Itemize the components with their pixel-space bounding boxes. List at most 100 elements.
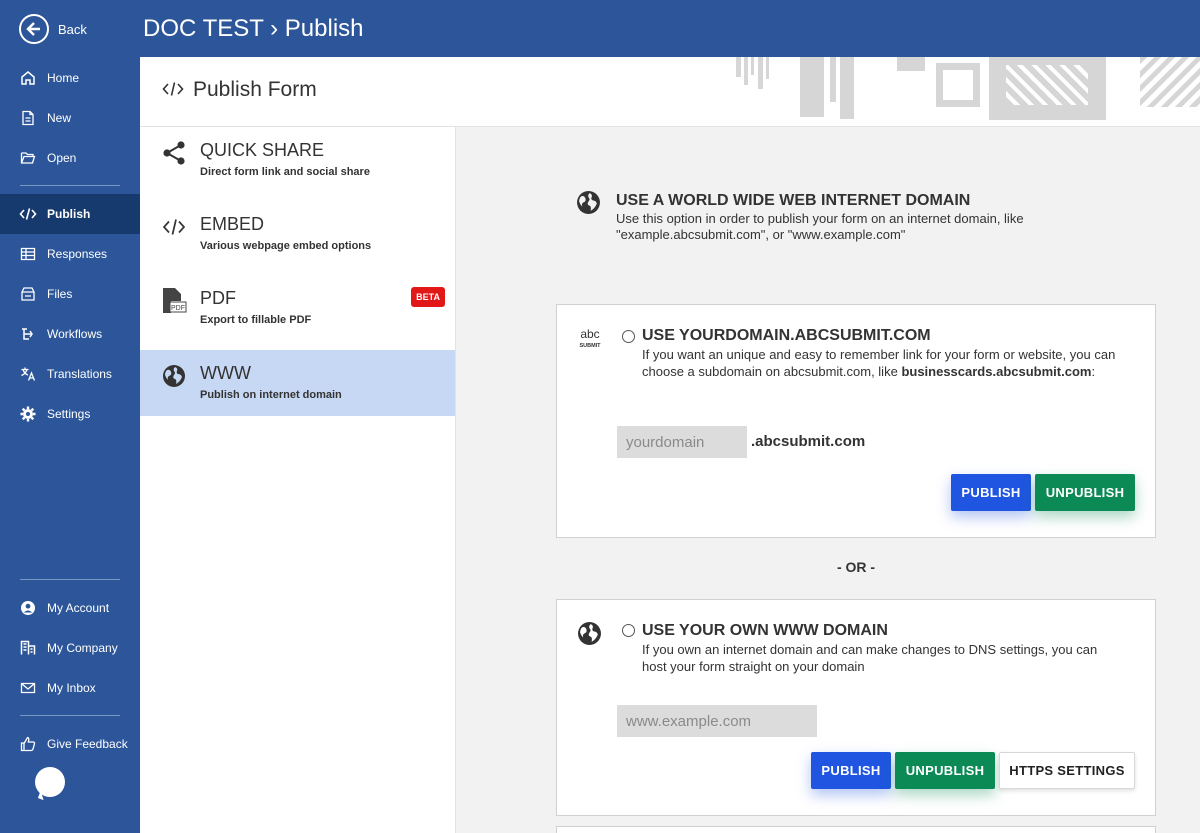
- own-domain-card-description: If you own an internet domain and can ma…: [642, 642, 1098, 674]
- sidebar-item-settings[interactable]: Settings: [0, 394, 140, 434]
- decorative-pattern: [840, 57, 854, 119]
- sidebar-divider: [20, 185, 120, 186]
- arrow-left-icon: [19, 14, 49, 44]
- sidebar-item-publish[interactable]: Publish: [0, 194, 140, 234]
- decorative-pattern: [1140, 57, 1200, 107]
- subdomain-unpublish-button[interactable]: UNPUBLISH: [1035, 474, 1135, 511]
- sidebar-item-workflows[interactable]: Workflows: [0, 314, 140, 354]
- section-title: Publish Form: [193, 78, 317, 101]
- sidebar-item-label: Settings: [47, 407, 91, 421]
- sidebar-item-files[interactable]: Files: [0, 274, 140, 314]
- subdomain-suffix: .abcsubmit.com: [751, 433, 866, 450]
- sidebar-item-label: My Account: [47, 601, 110, 615]
- decorative-pattern: [830, 57, 836, 102]
- thumbs-up-icon: [19, 735, 37, 753]
- sidebar-item-my-company[interactable]: My Company: [0, 628, 140, 668]
- option-subtitle: Export to fillable PDF: [200, 314, 312, 326]
- sidebar-item-label: Workflows: [47, 327, 103, 341]
- sidebar-item-my-inbox[interactable]: My Inbox: [0, 668, 140, 708]
- or-separator: - OR -: [836, 559, 876, 575]
- option-title: QUICK SHARE: [200, 140, 325, 160]
- page-title: DOC TEST › Publish: [143, 15, 364, 42]
- option-quick-share[interactable]: QUICK SHARE Direct form link and social …: [140, 127, 455, 193]
- decorative-pattern: [897, 57, 925, 71]
- subdomain-card: abc SUBMIT USE YOURDOMAIN.ABCSUBMIT.COM I…: [556, 304, 1156, 538]
- svg-text:SUBMIT: SUBMIT: [579, 343, 601, 349]
- subdomain-publish-button[interactable]: PUBLISH: [951, 474, 1031, 511]
- globe-icon: [577, 621, 602, 651]
- option-www[interactable]: WWW Publish on internet domain: [140, 350, 455, 416]
- decorative-pattern: [736, 57, 741, 77]
- translate-icon: [19, 365, 37, 383]
- sidebar-item-label: Publish: [47, 207, 91, 221]
- chat-bubble-icon[interactable]: [35, 767, 65, 797]
- sidebar-item-home[interactable]: Home: [0, 58, 140, 98]
- www-section-description: Use this option in order to publish your…: [616, 211, 1024, 242]
- sidebar: Back Home New Open Publish Responses Fil…: [0, 0, 140, 833]
- own-domain-card: USE YOUR OWN WWW DOMAIN If you own an in…: [556, 599, 1156, 816]
- sidebar-item-label: Translations: [47, 367, 112, 381]
- code-icon: [162, 81, 184, 102]
- sidebar-item-label: My Inbox: [47, 681, 96, 695]
- sidebar-divider: [20, 715, 120, 716]
- option-title: EMBED: [200, 214, 265, 234]
- sidebar-item-my-account[interactable]: My Account: [0, 588, 140, 628]
- sidebar-item-label: Responses: [47, 247, 108, 261]
- sidebar-item-new[interactable]: New: [0, 98, 140, 138]
- https-settings-button[interactable]: HTTPS SETTINGS: [999, 752, 1135, 789]
- subdomain-radio[interactable]: [622, 330, 635, 343]
- section-header: Publish Form: [140, 57, 1200, 127]
- globe-icon: [160, 362, 188, 390]
- gear-icon: [19, 405, 37, 423]
- pdf-icon: PDF: [160, 287, 188, 315]
- option-title: WWW: [200, 363, 251, 383]
- own-domain-unpublish-button[interactable]: UNPUBLISH: [895, 752, 995, 789]
- sidebar-item-label: Open: [47, 151, 77, 165]
- sidebar-divider: [20, 579, 120, 580]
- option-subtitle: Publish on internet domain: [200, 389, 342, 401]
- next-card: [556, 826, 1156, 833]
- back-button[interactable]: Back: [19, 14, 87, 44]
- sidebar-item-open[interactable]: Open: [0, 138, 140, 178]
- sidebar-item-translations[interactable]: Translations: [0, 354, 140, 394]
- code-icon: [19, 205, 37, 223]
- svg-text:abc: abc: [580, 327, 599, 341]
- code-icon: [160, 213, 188, 241]
- file-icon: [19, 109, 37, 127]
- home-icon: [19, 69, 37, 87]
- sidebar-item-label: Home: [47, 71, 80, 85]
- own-domain-publish-button[interactable]: PUBLISH: [811, 752, 891, 789]
- decorative-pattern: [766, 57, 769, 79]
- give-feedback-button[interactable]: Give Feedback: [0, 724, 140, 764]
- svg-text:PDF: PDF: [171, 305, 185, 312]
- option-pdf[interactable]: PDF PDF Export to fillable PDF BETA: [140, 275, 455, 341]
- decorative-pattern: [936, 63, 980, 107]
- www-section-title: USE A WORLD WIDE WEB INTERNET DOMAIN: [616, 192, 971, 209]
- subdomain-input[interactable]: [617, 426, 747, 458]
- share-icon: [160, 139, 188, 167]
- workflow-icon: [19, 325, 37, 343]
- sidebar-item-label: My Company: [47, 641, 118, 655]
- storage-icon: [19, 285, 37, 303]
- decorative-pattern: [758, 57, 763, 89]
- own-domain-input[interactable]: [617, 705, 817, 737]
- own-domain-radio[interactable]: [622, 624, 635, 637]
- decorative-pattern: [744, 57, 748, 85]
- sidebar-item-label: Give Feedback: [47, 737, 128, 751]
- globe-icon: [576, 190, 601, 220]
- sidebar-item-label: Files: [47, 287, 73, 301]
- sidebar-item-label: New: [47, 111, 72, 125]
- decorative-pattern: [800, 57, 824, 117]
- sidebar-item-responses[interactable]: Responses: [0, 234, 140, 274]
- option-title: PDF: [200, 288, 236, 308]
- option-embed[interactable]: EMBED Various webpage embed options: [140, 201, 455, 267]
- user-icon: [19, 599, 37, 617]
- back-label: Back: [58, 21, 87, 37]
- top-bar: DOC TEST › Publish: [140, 0, 1200, 57]
- subdomain-card-description: If you want an unique and easy to rememb…: [642, 347, 1116, 379]
- decorative-pattern: [751, 57, 754, 75]
- folder-open-icon: [19, 149, 37, 167]
- abcsubmit-logo-icon: abc SUBMIT: [577, 327, 603, 354]
- mail-icon: [19, 679, 37, 697]
- building-icon: [19, 639, 37, 657]
